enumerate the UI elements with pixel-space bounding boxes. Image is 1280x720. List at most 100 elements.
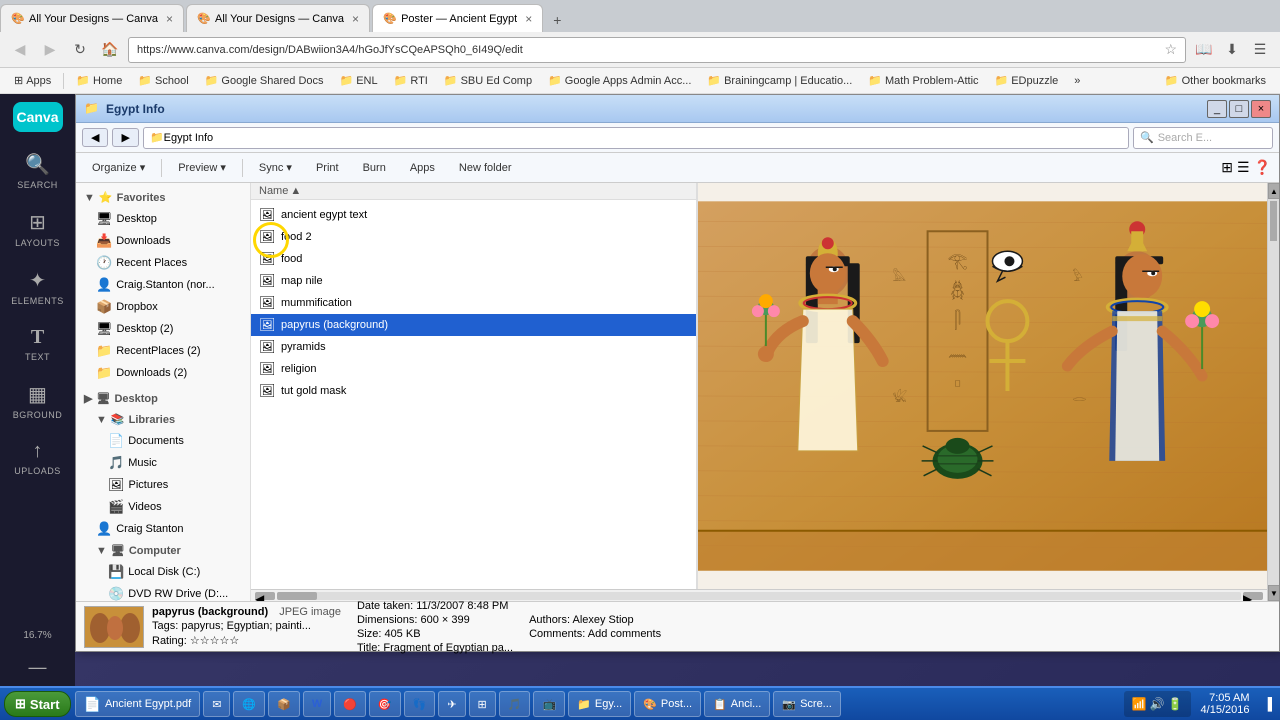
taskbar-item-chrome[interactable]: 🌐 — [233, 691, 265, 717]
scroll-thumb-v[interactable] — [1270, 201, 1277, 241]
home-button[interactable]: 🏠 — [98, 38, 122, 62]
computer-header[interactable]: ▼ 🖥 Computer — [76, 540, 250, 561]
tab-3-close[interactable]: × — [525, 12, 532, 26]
bookmark-sbu[interactable]: 📁 SBU Ed Comp — [438, 72, 538, 89]
taskbar-item-word[interactable]: W — [303, 691, 331, 717]
minimize-button[interactable]: _ — [1207, 100, 1227, 118]
file-item-food[interactable]: 🖼 food — [251, 248, 696, 270]
nav-item-localdisk[interactable]: 💾 Local Disk (C:) — [76, 561, 250, 583]
file-item-pyramids[interactable]: 🖼 pyramids — [251, 336, 696, 358]
sidebar-item-elements[interactable]: ✦ ELEMENTS — [4, 260, 72, 314]
bookmark-school[interactable]: 📁 School — [132, 72, 194, 89]
sidebar-item-uploads[interactable]: ↑ UPLOADS — [4, 432, 72, 484]
work-offline-button[interactable]: Apps — [402, 160, 443, 176]
taskbar-item-music[interactable]: 🎵 — [499, 691, 531, 717]
nav-forward-button[interactable]: ▶ — [112, 128, 138, 147]
nav-item-dropbox[interactable]: 📦 Dropbox — [76, 296, 250, 318]
taskbar-item-target[interactable]: 🎯 — [369, 691, 401, 717]
downloads-button[interactable]: ⬇ — [1220, 38, 1244, 62]
nav-item-craig[interactable]: 👤 Craig.Stanton (nor... — [76, 274, 250, 296]
back-button[interactable]: ◀ — [8, 38, 32, 62]
taskbar-item-dropbox[interactable]: 📦 — [268, 691, 300, 717]
sidebar-item-text[interactable]: T TEXT — [4, 318, 72, 370]
taskbar-item-canva[interactable]: 🎨 Post... — [634, 691, 701, 717]
new-folder-button[interactable]: New folder — [451, 160, 520, 176]
bookmark-star[interactable]: ☆ — [1164, 41, 1177, 58]
other-bookmarks[interactable]: 📁 Other bookmarks — [1159, 72, 1272, 89]
preview-button[interactable]: Preview ▾ — [170, 159, 234, 176]
tab-1-close[interactable]: × — [166, 12, 173, 26]
canva-logo[interactable]: Canva — [13, 102, 63, 132]
nav-back-button[interactable]: ◀ — [82, 128, 108, 147]
collapse-button[interactable]: — — [21, 649, 55, 686]
bookmark-apps[interactable]: ⊞ Apps — [8, 72, 57, 89]
address-bar[interactable]: https://www.canva.com/design/DABwiion3A4… — [128, 37, 1186, 63]
nav-item-downloads2[interactable]: 📁 Downloads (2) — [76, 362, 250, 384]
tab-2[interactable]: 🎨 All Your Designs — Canva × — [186, 4, 370, 32]
bookmark-google-shared[interactable]: 📁 Google Shared Docs — [199, 72, 330, 89]
bookmark-more[interactable]: » — [1068, 73, 1086, 89]
nav-item-recent[interactable]: 🕐 Recent Places — [76, 252, 250, 274]
taskbar-item-pdf[interactable]: 📄 Ancient Egypt.pdf — [75, 691, 201, 717]
sidebar-item-search[interactable]: 🔍 SEARCH — [4, 144, 72, 198]
bookmark-math[interactable]: 📁 Math Problem-Attic — [862, 72, 984, 89]
file-item-religion[interactable]: 🖼 religion — [251, 358, 696, 380]
new-tab-button[interactable]: + — [545, 8, 569, 32]
file-item-mapnile[interactable]: 🖼 map nile — [251, 270, 696, 292]
scroll-track[interactable] — [277, 592, 1241, 600]
bookmark-google-apps[interactable]: 📁 Google Apps Admin Acc... — [542, 72, 697, 89]
scroll-track-v[interactable] — [1268, 199, 1279, 585]
bookmark-home[interactable]: 📁 Home — [70, 72, 128, 89]
libraries-header[interactable]: ▼ 📚 Libraries — [76, 409, 250, 430]
taskbar-item-red[interactable]: 🔴 — [334, 691, 366, 717]
desktop-section-header[interactable]: ▶ 🖥 Desktop — [76, 388, 250, 409]
nav-item-craig-stanton[interactable]: 👤 Craig Stanton — [76, 518, 250, 540]
menu-button[interactable]: ☰ — [1248, 38, 1272, 62]
taskbar-item-screenshot[interactable]: 📷 Scre... — [773, 691, 841, 717]
taskbar-item-acrobat[interactable]: 📋 Anci... — [704, 691, 770, 717]
tab-2-close[interactable]: × — [352, 12, 359, 26]
taskbar-item-folder[interactable]: 📁 Egy... — [568, 691, 631, 717]
name-column-header[interactable]: Name ▲ — [259, 185, 301, 197]
forward-button[interactable]: ▶ — [38, 38, 62, 62]
nav-item-downloads[interactable]: 📥 Downloads — [76, 230, 250, 252]
search-box[interactable]: 🔍 Search E... — [1133, 127, 1273, 149]
organize-button[interactable]: Organize ▾ — [84, 159, 153, 176]
maximize-button[interactable]: □ — [1229, 100, 1249, 118]
start-button[interactable]: ⊞ Start — [4, 691, 71, 717]
scroll-left-btn[interactable]: ◀ — [255, 592, 275, 600]
favorites-header[interactable]: ▼ ⭐ Favorites — [76, 187, 250, 208]
help-icon[interactable]: ❓ — [1254, 159, 1271, 176]
nav-item-recent2[interactable]: 📁 RecentPlaces (2) — [76, 340, 250, 362]
bookmark-edpuzzle[interactable]: 📁 EDpuzzle — [989, 72, 1065, 89]
tab-3[interactable]: 🎨 Poster — Ancient Egypt × — [372, 4, 543, 32]
nav-item-music[interactable]: 🎵 Music — [76, 452, 250, 474]
file-item-ancient-text[interactable]: 🖼 ancient egypt text — [251, 204, 696, 226]
file-item-tut[interactable]: 🖼 tut gold mask — [251, 380, 696, 402]
bookmark-rti[interactable]: 📁 RTI — [388, 72, 434, 89]
vertical-scrollbar[interactable]: ▲ ▼ — [1267, 183, 1279, 601]
close-button[interactable]: × — [1251, 100, 1271, 118]
scroll-up-btn[interactable]: ▲ — [1268, 183, 1279, 199]
scroll-thumb[interactable] — [277, 592, 317, 600]
nav-item-documents[interactable]: 📄 Documents — [76, 430, 250, 452]
bookmark-brainingcamp[interactable]: 📁 Brainingcamp | Educatio... — [701, 72, 858, 89]
nav-item-desktop[interactable]: 🖥 Desktop — [76, 208, 250, 230]
nav-item-dvd[interactable]: 💿 DVD RW Drive (D:... — [76, 583, 250, 601]
refresh-button[interactable]: ↻ — [68, 38, 92, 62]
show-desktop-button[interactable]: ▐ — [1259, 693, 1276, 715]
file-item-mummification[interactable]: 🖼 mummification — [251, 292, 696, 314]
taskbar-item-tv[interactable]: 📺 — [533, 691, 565, 717]
taskbar-item-footprints[interactable]: 👣 — [404, 691, 436, 717]
sidebar-item-layouts[interactable]: ⊞ LAYOUTS — [4, 202, 72, 256]
scroll-down-btn[interactable]: ▼ — [1268, 585, 1279, 601]
reader-view-button[interactable]: 📖 — [1192, 38, 1216, 62]
print-button[interactable]: Print — [308, 160, 347, 176]
taskbar-item-email[interactable]: ✉ — [203, 691, 230, 717]
nav-item-desktop2[interactable]: 🖥 Desktop (2) — [76, 318, 250, 340]
file-item-papyrus[interactable]: 🖼 papyrus (background) — [251, 314, 696, 336]
view-icon[interactable]: ⊞ — [1221, 159, 1233, 176]
burn-button[interactable]: Burn — [355, 160, 394, 176]
tab-1[interactable]: 🎨 All Your Designs — Canva × — [0, 4, 184, 32]
sync-button[interactable]: Sync ▾ — [251, 159, 300, 176]
